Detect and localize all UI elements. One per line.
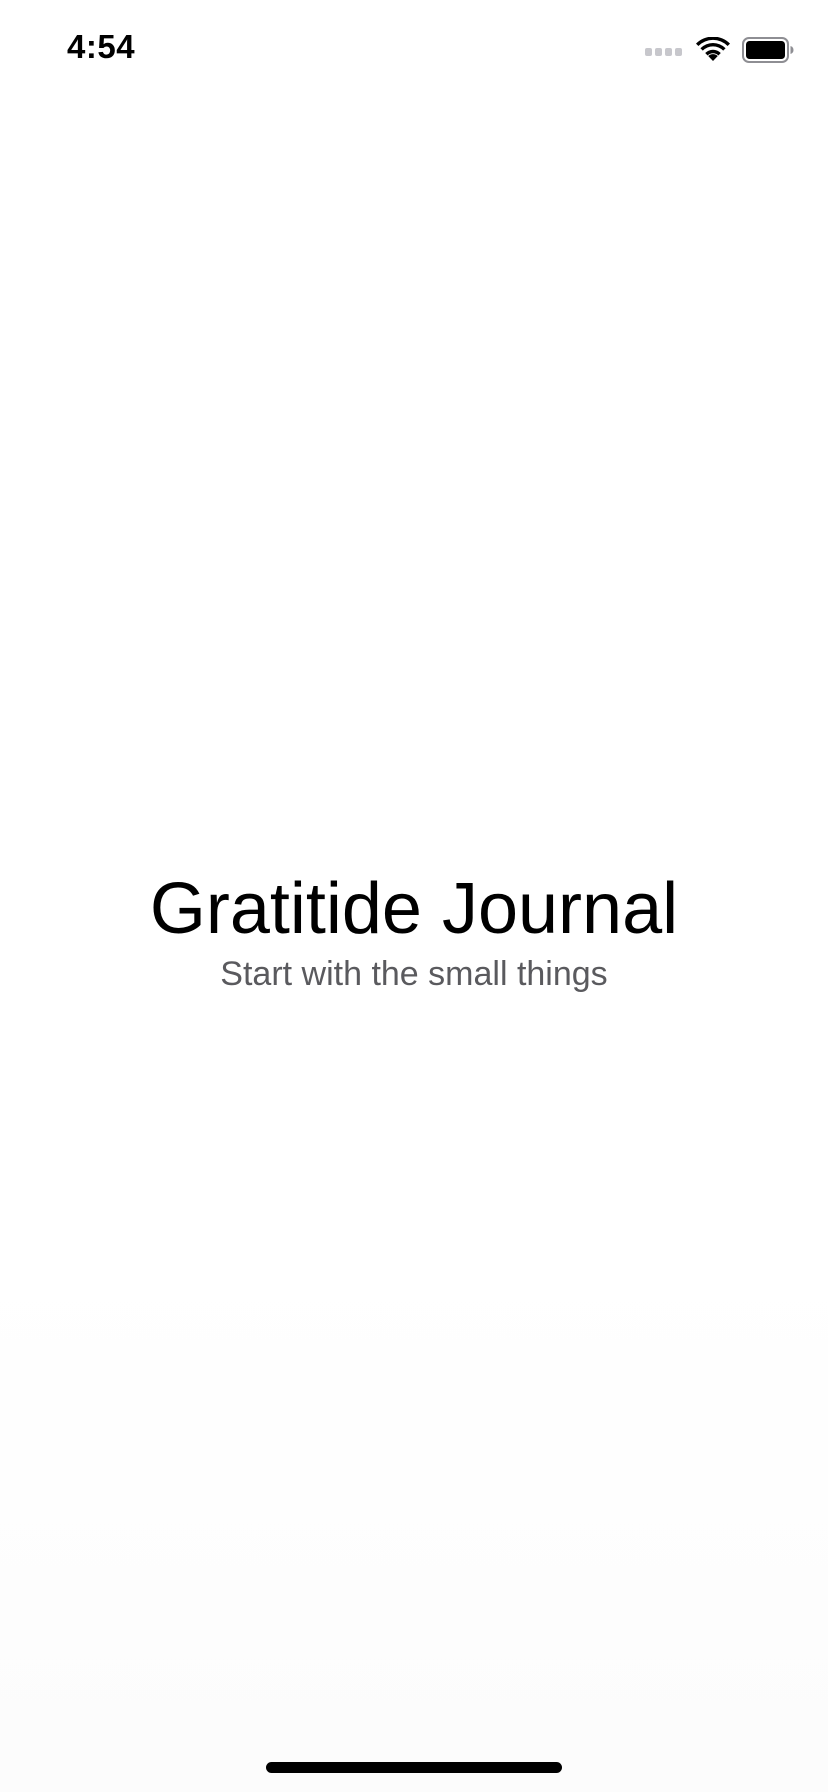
status-indicators: [645, 36, 794, 64]
app-title: Gratitide Journal: [149, 869, 679, 949]
signal-strength-icon: [645, 44, 682, 56]
app-subtitle: Start with the small things: [220, 955, 608, 993]
status-bar: 4:54: [0, 0, 828, 100]
launch-screen: 4:54 Gratitide Journal Start with the sm…: [0, 0, 828, 1792]
battery-full-icon: [742, 37, 794, 63]
status-time: 4:54: [67, 28, 136, 65]
title-block: Gratitide Journal Start with the small t…: [0, 868, 828, 994]
home-indicator[interactable]: [266, 1762, 562, 1773]
wifi-icon: [696, 37, 730, 63]
